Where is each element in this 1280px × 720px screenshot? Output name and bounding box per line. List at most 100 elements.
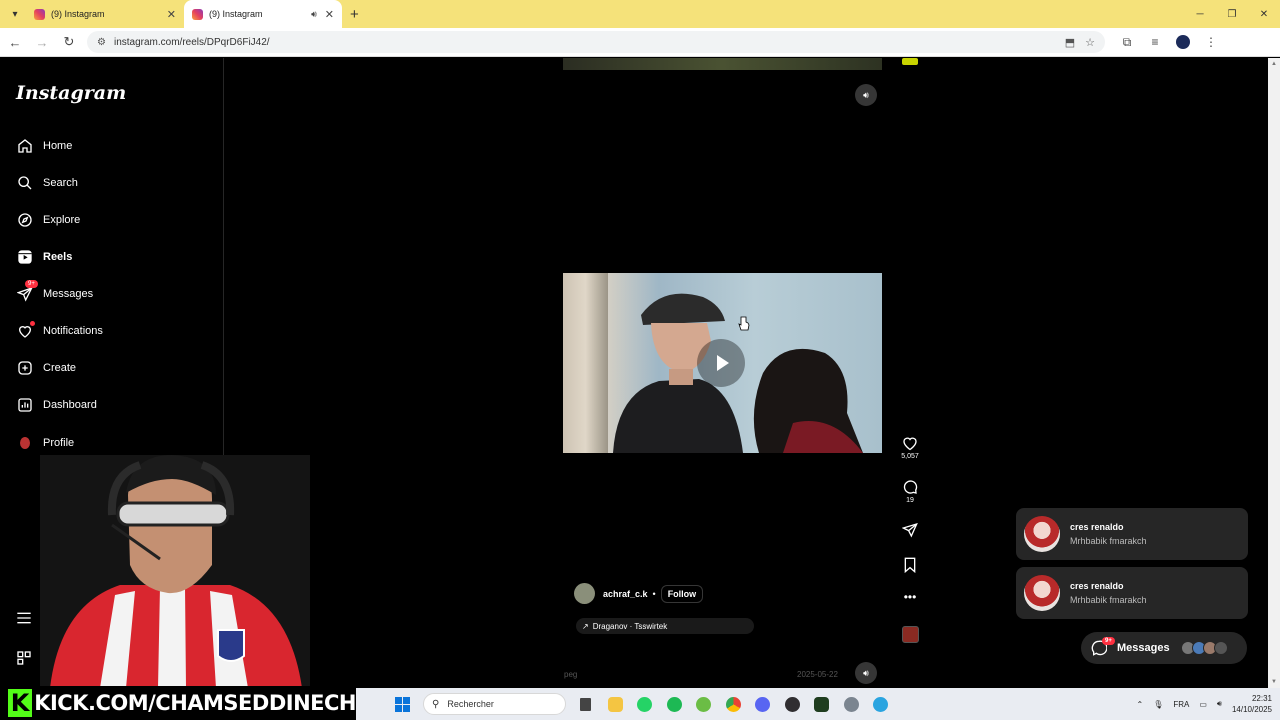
search-icon: ⚲	[432, 698, 440, 710]
sidebar-item-create[interactable]: Create	[16, 356, 76, 380]
browser-tab-1[interactable]: (9) Instagram ✕	[26, 0, 184, 28]
back-icon[interactable]: ←	[3, 30, 27, 54]
sidebar-item-profile[interactable]: Profile	[16, 431, 74, 455]
site-info-icon[interactable]: ⚙	[97, 37, 106, 48]
discord-icon[interactable]	[748, 694, 778, 714]
sender-name: cres renaldo	[1070, 522, 1124, 532]
messages-pill-button[interactable]: 9+ Messages	[1081, 632, 1247, 664]
mute-icon[interactable]: 🔊︎	[855, 662, 877, 684]
browser-tab-bar: ▾ (9) Instagram ✕ (9) Instagram 🔊︎ ✕ + ─…	[0, 0, 1280, 28]
save-button[interactable]	[899, 557, 921, 573]
scroll-down-icon[interactable]: ▼	[1268, 676, 1280, 688]
like-button[interactable]: 5,057	[899, 436, 921, 460]
browser-menu-icon[interactable]: ⋮	[1197, 35, 1225, 50]
message-preview: Mrhbabik fmarakch	[1070, 536, 1147, 546]
address-bar[interactable]: ⚙ instagram.com/reels/DPqrD6FiJ42/ ⬒ ☆	[87, 31, 1105, 53]
file-explorer-icon[interactable]	[601, 694, 631, 714]
author-username[interactable]: achraf_c.k	[603, 589, 648, 599]
telegram-icon[interactable]	[866, 694, 896, 714]
profile-avatar-icon[interactable]	[1169, 35, 1197, 50]
sidebar-item-label: Profile	[43, 437, 75, 449]
message-toast[interactable]: cres renaldo Mrhbabik fmarakch	[1016, 567, 1248, 619]
reload-icon[interactable]: ↻	[57, 30, 81, 54]
message-toast[interactable]: cres renaldo Mrhbabik fmarakch	[1016, 508, 1248, 560]
sender-avatar	[1024, 575, 1060, 611]
also-from-meta-icon[interactable]	[16, 650, 32, 671]
follow-button[interactable]: Follow	[660, 584, 704, 603]
previous-reel-audio-thumbnail[interactable]	[902, 58, 918, 65]
close-tab-icon[interactable]: ✕	[167, 8, 176, 21]
streamer-webcam-overlay	[40, 455, 310, 688]
utorrent-icon[interactable]	[689, 694, 719, 714]
windows-taskbar: ⚲ Rechercher ⌃ 🎙︎ FRA ▭ 🔊︎ 22:31 14/10/2…	[356, 688, 1280, 720]
media-control-icon[interactable]: ≡	[1141, 35, 1169, 50]
audio-track-thumbnail[interactable]	[902, 626, 919, 643]
sidebar-item-home[interactable]: Home	[16, 134, 72, 158]
volume-icon[interactable]: 🔊︎	[1217, 699, 1222, 709]
mute-icon[interactable]: 🔊︎	[855, 84, 877, 106]
sidebar-item-dashboard[interactable]: Dashboard	[16, 393, 97, 417]
kick-channel-banner: K KICK.COM/CHAMSEDDINECH	[0, 686, 356, 720]
windows-start-icon[interactable]	[395, 697, 410, 712]
whatsapp-icon[interactable]	[630, 694, 660, 714]
tab-search-button[interactable]: ▾	[4, 3, 26, 25]
url-text: instagram.com/reels/DPqrD6FiJ42/	[113, 36, 270, 48]
more-menu-icon[interactable]	[16, 611, 32, 630]
restore-icon[interactable]: ❐	[1216, 0, 1248, 28]
taskbar-clock[interactable]: 22:31 14/10/2025	[1232, 693, 1272, 715]
task-view-icon[interactable]	[571, 694, 601, 714]
messenger-icon: 9+	[16, 280, 38, 303]
author-avatar[interactable]	[574, 583, 595, 604]
browser-tab-2[interactable]: (9) Instagram 🔊︎ ✕	[184, 0, 342, 28]
play-button[interactable]	[697, 339, 745, 387]
tab-title: (9) Instagram	[209, 9, 263, 19]
comment-button[interactable]: 19	[899, 479, 921, 504]
minimize-icon[interactable]: ─	[1184, 0, 1216, 28]
sidebar-item-search[interactable]: Search	[16, 171, 78, 195]
tray-overflow-icon[interactable]: ⌃	[1136, 700, 1143, 709]
new-tab-icon[interactable]: +	[350, 6, 359, 23]
sidebar-item-notifications[interactable]: Notifications	[16, 319, 103, 343]
language-indicator[interactable]: FRA	[1173, 700, 1189, 709]
forward-icon[interactable]: →	[30, 30, 54, 54]
arrow-up-right-icon: ↗	[582, 621, 589, 631]
instagram-logo[interactable]: Instagram	[16, 82, 126, 104]
messages-badge: 9+	[25, 280, 38, 288]
audio-link[interactable]: ↗ Draganov · Tsswirtek	[576, 618, 754, 634]
system-tray: ⌃ 🎙︎ FRA ▭ 🔊︎ 22:31 14/10/2025	[1126, 688, 1272, 720]
sidebar-item-label: Create	[43, 362, 77, 374]
avatar-icon	[16, 434, 34, 452]
close-tab-icon[interactable]: ✕	[325, 8, 334, 21]
extensions-icon[interactable]: ⧉	[1113, 35, 1141, 50]
taskbar-search-box[interactable]: ⚲ Rechercher	[423, 693, 566, 715]
display-icon[interactable]: ▭	[1199, 700, 1207, 709]
install-app-icon[interactable]: ⬒	[1065, 36, 1075, 49]
heart-icon	[903, 437, 917, 451]
scroll-up-icon[interactable]: ▲	[1268, 58, 1280, 70]
reel-video[interactable]	[563, 273, 882, 453]
microphone-icon[interactable]: 🎙︎	[1153, 700, 1163, 709]
share-button[interactable]	[899, 522, 921, 538]
close-window-icon[interactable]: ✕	[1248, 0, 1280, 28]
hand-cursor-icon	[738, 316, 750, 331]
bookmark-icon	[904, 557, 916, 573]
spotify-icon[interactable]	[660, 694, 690, 714]
bookmark-star-icon[interactable]: ☆	[1085, 36, 1095, 49]
sidebar-item-explore[interactable]: Explore	[16, 208, 80, 232]
message-preview: Mrhbabik fmarakch	[1070, 595, 1147, 605]
speaker-icon[interactable]: 🔊︎	[311, 9, 317, 20]
sidebar-item-reels[interactable]: Reels	[16, 245, 72, 269]
settings-icon[interactable]	[837, 694, 867, 714]
sidebar-item-messages[interactable]: 9+ Messages	[16, 280, 94, 306]
previous-reel-thumbnail[interactable]	[563, 58, 882, 70]
more-options-button[interactable]: •••	[899, 591, 921, 603]
video-scene-woman	[753, 348, 863, 453]
terminal-app-icon[interactable]	[807, 694, 837, 714]
chrome-icon[interactable]	[719, 694, 749, 714]
obs-icon[interactable]	[778, 694, 808, 714]
sidebar-item-label: Messages	[43, 288, 94, 300]
reel-author: achraf_c.k • Follow	[574, 583, 704, 604]
instagram-favicon-icon	[192, 8, 203, 20]
search-icon	[16, 174, 34, 192]
page-scrollbar[interactable]: ▲ ▼	[1268, 58, 1280, 688]
